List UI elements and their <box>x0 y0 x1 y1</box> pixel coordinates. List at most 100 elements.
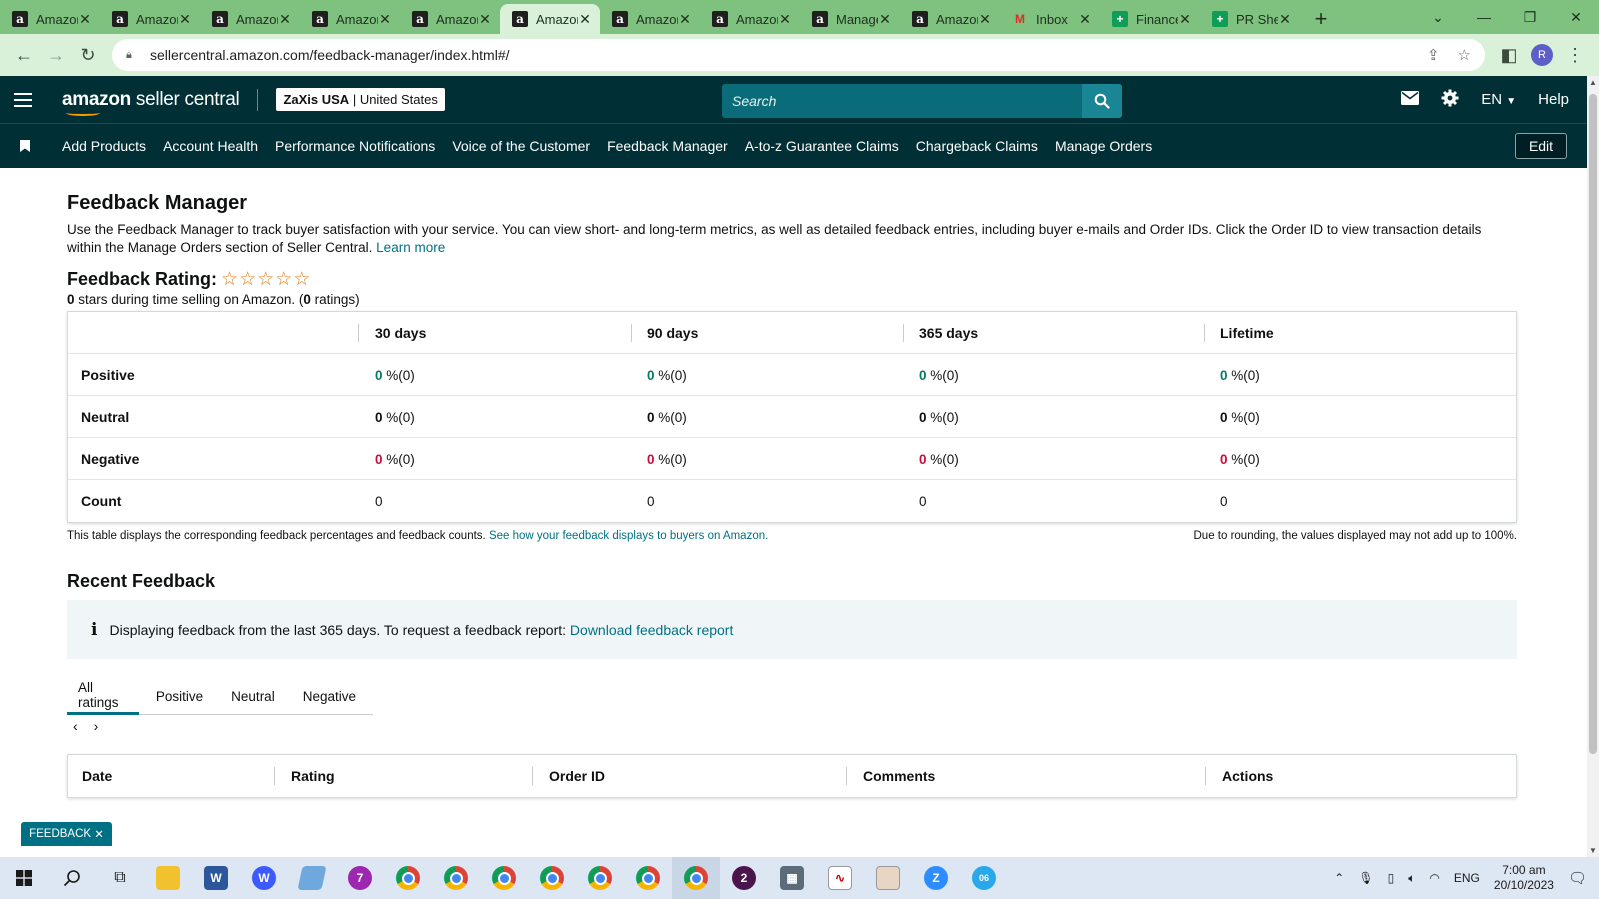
next-page-icon[interactable]: › <box>94 718 99 734</box>
back-icon[interactable]: ← <box>8 39 40 71</box>
nav-link[interactable]: Add Products <box>62 138 146 154</box>
address-bar[interactable]: 🔒︎ sellercentral.amazon.com/feedback-man… <box>112 39 1485 71</box>
file-explorer-icon[interactable] <box>144 857 192 899</box>
show-hidden-icons-icon[interactable]: ⌃ <box>1334 871 1344 885</box>
browser-tab[interactable]: a Amazon✕ <box>900 4 1000 34</box>
scroll-down-arrow-icon[interactable]: ▼ <box>1587 846 1599 855</box>
feedback-widget-button[interactable]: FEEDBACK ✕ <box>21 822 112 846</box>
nav-link[interactable]: Feedback Manager <box>607 138 728 154</box>
tab-all-ratings[interactable]: All ratings <box>67 677 139 715</box>
close-tab-icon[interactable]: ✕ <box>1078 11 1092 28</box>
browser-menu-icon[interactable]: ⋮ <box>1559 39 1591 71</box>
photo-app-icon[interactable] <box>864 857 912 899</box>
chrome-icon[interactable] <box>624 857 672 899</box>
battery-icon[interactable]: ▯ <box>1388 871 1395 885</box>
forward-icon[interactable]: → <box>40 39 72 71</box>
chrome-icon[interactable] <box>480 857 528 899</box>
volume-icon[interactable]: 🔈︎ <box>1408 871 1415 886</box>
browser-tab[interactable]: a Amazon✕ <box>0 4 100 34</box>
tab-neutral[interactable]: Neutral <box>220 677 286 715</box>
tab-search-icon[interactable]: ⌄ <box>1415 0 1461 34</box>
side-panel-icon[interactable]: ◧ <box>1493 39 1525 71</box>
buyer-display-link[interactable]: See how your feedback displays to buyers… <box>489 530 768 542</box>
browser-tab[interactable]: a Manage✕ <box>800 4 900 34</box>
tab-negative[interactable]: Negative <box>292 677 367 715</box>
close-tab-icon[interactable]: ✕ <box>578 11 592 28</box>
bookmark-star-icon[interactable]: ☆ <box>1458 46 1471 64</box>
close-tab-icon[interactable]: ✕ <box>378 11 392 28</box>
wifi-icon[interactable]: ◠ <box>1429 871 1439 885</box>
nav-link[interactable]: Voice of the Customer <box>452 138 590 154</box>
lock-icon[interactable]: 🔒︎ <box>126 49 140 62</box>
chrome-icon[interactable] <box>576 857 624 899</box>
scrollbar-thumb[interactable] <box>1589 94 1597 754</box>
scroll-up-arrow-icon[interactable]: ▲ <box>1587 78 1599 87</box>
system-clock[interactable]: 7:00 am 20/10/2023 <box>1494 863 1554 893</box>
browser-tab[interactable]: a Amazon✕ <box>700 4 800 34</box>
mail-icon[interactable] <box>1401 90 1420 109</box>
nav-link[interactable]: A-to-z Guarantee Claims <box>745 138 899 154</box>
url-text[interactable]: sellercentral.amazon.com/feedback-manage… <box>150 47 510 63</box>
search-box[interactable]: Search <box>722 84 1122 118</box>
amazon-seller-central-logo[interactable]: amazon seller central <box>62 89 240 116</box>
download-report-link[interactable]: Download feedback report <box>570 622 733 638</box>
nav-link[interactable]: Manage Orders <box>1055 138 1152 154</box>
bookmark-icon[interactable] <box>18 140 32 152</box>
wps-icon[interactable]: W <box>240 857 288 899</box>
hamburger-menu-icon[interactable] <box>14 92 32 107</box>
notes-icon[interactable] <box>288 857 336 899</box>
minimize-icon[interactable]: — <box>1461 0 1507 34</box>
close-tab-icon[interactable]: ✕ <box>1178 11 1192 28</box>
chrome-icon[interactable] <box>528 857 576 899</box>
input-language[interactable]: ENG <box>1454 871 1480 885</box>
prev-page-icon[interactable]: ‹ <box>73 718 78 734</box>
close-window-icon[interactable]: ✕ <box>1553 0 1599 34</box>
help-link[interactable]: Help <box>1538 91 1569 108</box>
reload-icon[interactable]: ↻ <box>72 39 104 71</box>
learn-more-link[interactable]: Learn more <box>376 240 445 255</box>
settings-gear-icon[interactable] <box>1441 89 1459 111</box>
close-tab-icon[interactable]: ✕ <box>978 11 992 28</box>
browser-tab[interactable]: M Inbox ✕ <box>1000 4 1100 34</box>
page-scrollbar[interactable]: ▲ ▼ <box>1587 76 1599 857</box>
close-tab-icon[interactable]: ✕ <box>178 11 192 28</box>
browser-tab[interactable]: a Amazon✕ <box>300 4 400 34</box>
close-tab-icon[interactable]: ✕ <box>678 11 692 28</box>
search-button[interactable] <box>1082 84 1122 118</box>
account-switcher[interactable]: ZaXis USA | United States <box>276 88 445 111</box>
browser-tab[interactable]: a Amazon✕ <box>200 4 300 34</box>
browser-tab[interactable]: a Amazon✕ <box>500 4 600 34</box>
chrome-icon[interactable] <box>432 857 480 899</box>
slack-icon[interactable]: 2 <box>720 857 768 899</box>
nav-link[interactable]: Performance Notifications <box>275 138 435 154</box>
notifications-icon[interactable]: 🗨︎ <box>1568 869 1587 887</box>
word-icon[interactable]: W <box>192 857 240 899</box>
microphone-icon[interactable]: 🎙︎ <box>1358 871 1373 885</box>
close-tab-icon[interactable]: ✕ <box>78 11 92 28</box>
profile-avatar[interactable]: R <box>1531 44 1553 66</box>
close-tab-icon[interactable]: ✕ <box>278 11 292 28</box>
restore-icon[interactable]: ❐ <box>1507 0 1553 34</box>
browser-tab[interactable]: a Amazon✕ <box>100 4 200 34</box>
close-icon[interactable]: ✕ <box>94 827 104 841</box>
nav-link[interactable]: Chargeback Claims <box>916 138 1038 154</box>
browser-tab[interactable]: a Amazon✕ <box>400 4 500 34</box>
calculator-icon[interactable]: ▦ <box>768 857 816 899</box>
task-view-icon[interactable]: ⧉ <box>96 857 144 899</box>
nav-link[interactable]: Account Health <box>163 138 258 154</box>
browser-tab[interactable]: + PR Sheet✕ <box>1200 4 1300 34</box>
taskbar-search-icon[interactable] <box>48 857 96 899</box>
tab-positive[interactable]: Positive <box>145 677 214 715</box>
search-input[interactable]: Search <box>722 93 1082 109</box>
chrome-icon[interactable] <box>672 857 720 899</box>
chrome-icon[interactable] <box>384 857 432 899</box>
close-tab-icon[interactable]: ✕ <box>478 11 492 28</box>
browser-tab[interactable]: a Amazon✕ <box>600 4 700 34</box>
zoom-icon[interactable]: Z <box>912 857 960 899</box>
language-selector[interactable]: EN ▼ <box>1481 91 1516 108</box>
close-tab-icon[interactable]: ✕ <box>1278 11 1292 28</box>
telegram-icon[interactable]: 06 <box>960 857 1008 899</box>
chat-app-icon[interactable]: 7 <box>336 857 384 899</box>
chart-app-icon[interactable]: ∿ <box>816 857 864 899</box>
close-tab-icon[interactable]: ✕ <box>878 11 892 28</box>
